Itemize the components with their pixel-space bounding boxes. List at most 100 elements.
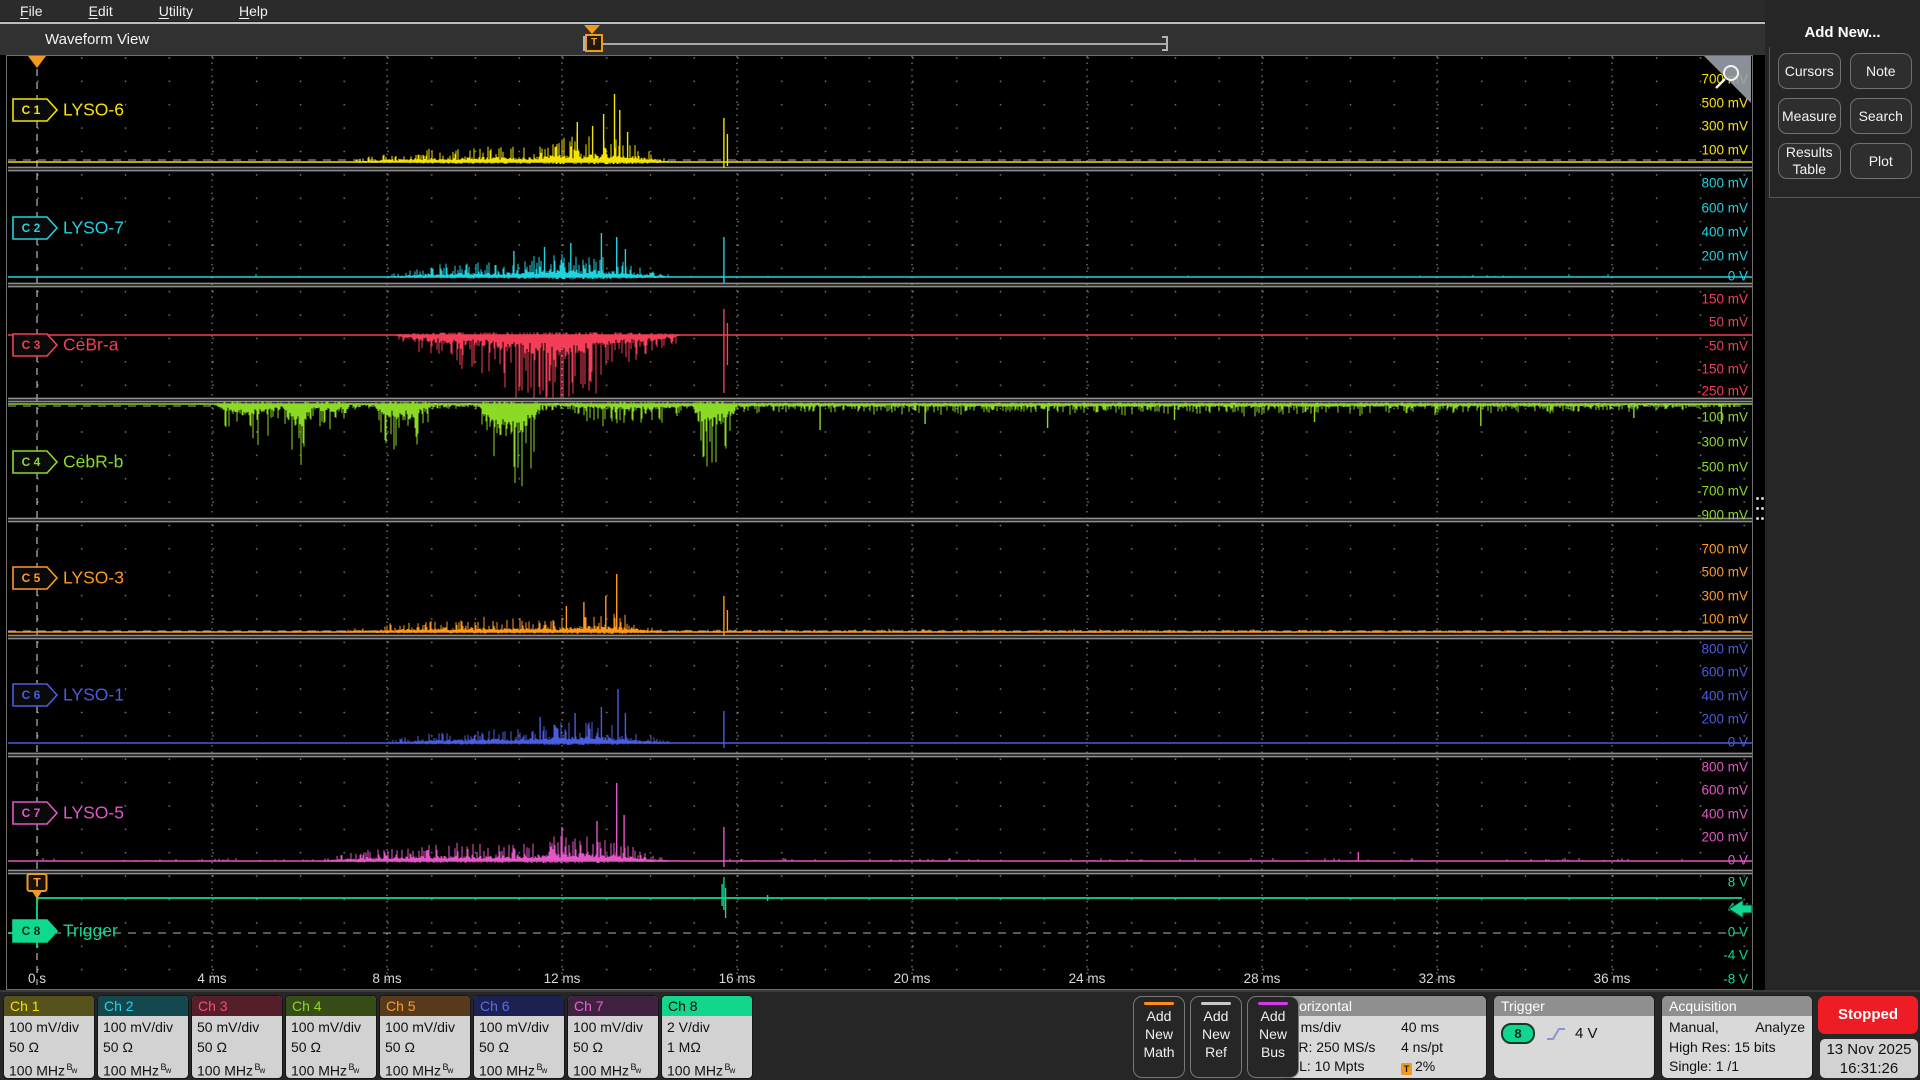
scale-label: -900 mV: [1697, 508, 1748, 523]
channel-badge-label: Ch 4: [286, 996, 376, 1016]
datetime-display: 13 Nov 2025 16:31:26: [1820, 1039, 1918, 1078]
scale-label: 800 mV: [1701, 760, 1748, 775]
channel-badge-label: Ch 5: [380, 996, 470, 1016]
channel-badge-6[interactable]: Ch 6100 mV/div50 Ω100 MHz Bw: [474, 996, 564, 1078]
x-axis-label: 0 s: [28, 971, 46, 986]
menu-edit[interactable]: Edit: [89, 3, 113, 19]
channel-handle-label: C 7: [22, 806, 41, 820]
channel-handle-label: C 3: [22, 338, 41, 352]
channel-handle-label: C 8: [22, 924, 41, 938]
slider-right-bracket[interactable]: [1162, 36, 1168, 51]
x-axis-label: 16 ms: [719, 971, 756, 986]
oscilloscope-app: File Edit Utility Help Waveform View T 700 …: [0, 0, 1920, 1080]
x-axis-label: 36 ms: [1594, 971, 1631, 986]
scale-label: -100 mV: [1697, 410, 1748, 425]
channel-badge-label: Ch 2: [98, 996, 188, 1016]
channel-badge-settings: 100 mV/div50 Ω100 MHz Bw: [286, 1016, 376, 1078]
horizontal-panel[interactable]: Horizontal 4 ms/div40 msSR: 250 MS/s4 ns…: [1282, 996, 1486, 1078]
acquisition-panel[interactable]: Acquisition Manual,AnalyzeHigh Res: 15 b…: [1662, 996, 1812, 1078]
channel-badge-2[interactable]: Ch 2100 mV/div50 Ω100 MHz Bw: [98, 996, 188, 1078]
channel-badge-3[interactable]: Ch 350 mV/div50 Ω100 MHz Bw: [192, 996, 282, 1078]
scale-label: 600 mV: [1701, 665, 1748, 680]
channel-name-label: LYSO-5: [63, 803, 124, 823]
accent-line: [1144, 1002, 1174, 1005]
channel-handle-label: C 2: [22, 221, 41, 235]
add-new-ref-button[interactable]: AddNewRef: [1190, 996, 1242, 1078]
channel-name-label: LYSO-6: [63, 100, 124, 120]
horizontal-body: 4 ms/div40 msSR: 250 MS/s4 ns/ptRL: 10 M…: [1282, 1016, 1486, 1078]
trigger-level: 4 V: [1575, 1025, 1598, 1042]
channel-handle-label: C 1: [22, 103, 41, 117]
channel-name-label: CeBr-a: [63, 335, 119, 355]
trigger-position-icon: T: [1401, 1063, 1412, 1075]
menu-file[interactable]: File: [20, 3, 43, 19]
measure-button[interactable]: Measure: [1778, 98, 1841, 134]
scale-label: 700 mV: [1701, 542, 1748, 557]
bandwidth-limit-icon: Bw: [159, 1062, 170, 1072]
tab-strip: Waveform View T: [0, 22, 1765, 55]
tab-waveform-view[interactable]: Waveform View: [45, 31, 149, 48]
channel-badge-4[interactable]: Ch 4100 mV/div50 Ω100 MHz Bw: [286, 996, 376, 1078]
scale-label: -250 mV: [1697, 384, 1748, 399]
panel-drag-handle[interactable]: [1756, 497, 1764, 525]
horizontal-value: SR: 250 MS/s: [1289, 1038, 1401, 1058]
acquisition-status-badge[interactable]: Stopped: [1818, 996, 1918, 1034]
time-text: 16:31:26: [1820, 1059, 1918, 1078]
horizontal-value: 4 ns/pt: [1401, 1038, 1443, 1058]
menu-help[interactable]: Help: [239, 3, 268, 19]
scale-label: 600 mV: [1701, 783, 1748, 798]
scale-label: 0 V: [1728, 735, 1748, 750]
rising-edge-icon: [1545, 1026, 1567, 1042]
search-button[interactable]: Search: [1850, 98, 1913, 134]
bandwidth-limit-icon: Bw: [723, 1062, 734, 1072]
menu-utility[interactable]: Utility: [159, 3, 193, 19]
channel-badge-7[interactable]: Ch 7100 mV/div50 Ω100 MHz Bw: [568, 996, 658, 1078]
channel-badge-8[interactable]: Ch 82 V/div1 MΩ100 MHz Bw: [662, 996, 752, 1078]
channel-name-label: LYSO-3: [63, 568, 124, 588]
x-axis-label: 28 ms: [1244, 971, 1281, 986]
channel-badge-settings: 100 mV/div50 Ω100 MHz Bw: [98, 1016, 188, 1078]
scale-label: -150 mV: [1697, 362, 1748, 377]
cursors-button[interactable]: Cursors: [1778, 53, 1841, 89]
accent-line: [1201, 1002, 1231, 1005]
channel-badge-5[interactable]: Ch 5100 mV/div50 Ω100 MHz Bw: [380, 996, 470, 1078]
scale-label: 800 mV: [1701, 642, 1748, 657]
channel-badge-1[interactable]: Ch 1100 mV/div50 Ω100 MHz Bw: [4, 996, 94, 1078]
bandwidth-limit-icon: Bw: [629, 1062, 640, 1072]
acquisition-row: Single: 1 /1: [1669, 1057, 1805, 1077]
plot-button[interactable]: Plot: [1850, 143, 1913, 179]
scale-label: 600 mV: [1701, 201, 1748, 216]
waveform-display[interactable]: 700 mV 500 mV 300 mV 100 mV C 1 LYSO-6 800 mV 6…: [0, 55, 1765, 990]
add-new-math-button[interactable]: AddNewMath: [1133, 996, 1185, 1078]
channel-handle-label: C 6: [22, 688, 41, 702]
trigger-panel[interactable]: Trigger 84 V: [1494, 996, 1654, 1078]
scale-label: 300 mV: [1701, 119, 1748, 134]
trigger-position-triangle-icon[interactable]: [584, 25, 600, 34]
channel-badge-label: Ch 1: [4, 996, 94, 1016]
scale-label: 400 mV: [1701, 689, 1748, 704]
scale-label: 100 mV: [1701, 143, 1748, 158]
trigger-position-flag-icon[interactable]: T: [585, 34, 603, 52]
x-axis-label: 24 ms: [1069, 971, 1106, 986]
scale-label: 200 mV: [1701, 249, 1748, 264]
horizontal-value: RL: 10 Mpts: [1289, 1057, 1401, 1077]
scale-label: 800 mV: [1701, 176, 1748, 191]
horizontal-value: 40 ms: [1401, 1018, 1439, 1038]
record-position-slider[interactable]: [585, 43, 1168, 45]
channel-badge-settings: 50 mV/div50 Ω100 MHz Bw: [192, 1016, 282, 1078]
scale-label: 500 mV: [1701, 565, 1748, 580]
scale-label: 50 mV: [1709, 315, 1748, 330]
add-new-title: Add New...: [1765, 24, 1920, 41]
channel-name-label: LYSO-1: [63, 685, 124, 705]
acquisition-row: High Res: 15 bits: [1669, 1038, 1805, 1058]
scale-label: 150 mV: [1701, 292, 1748, 307]
trigger-source-badge: 8: [1501, 1023, 1535, 1044]
scale-label: -300 mV: [1697, 435, 1748, 450]
add-new-bus-button[interactable]: AddNewBus: [1247, 996, 1299, 1078]
acquisition-body: Manual,AnalyzeHigh Res: 15 bitsSingle: 1…: [1662, 1016, 1812, 1078]
graticule-dots: [8, 56, 1752, 985]
acquisition-row: Manual,Analyze: [1669, 1018, 1805, 1038]
date-text: 13 Nov 2025: [1820, 1040, 1918, 1059]
results-table-button[interactable]: ResultsTable: [1778, 143, 1841, 179]
note-button[interactable]: Note: [1850, 53, 1913, 89]
